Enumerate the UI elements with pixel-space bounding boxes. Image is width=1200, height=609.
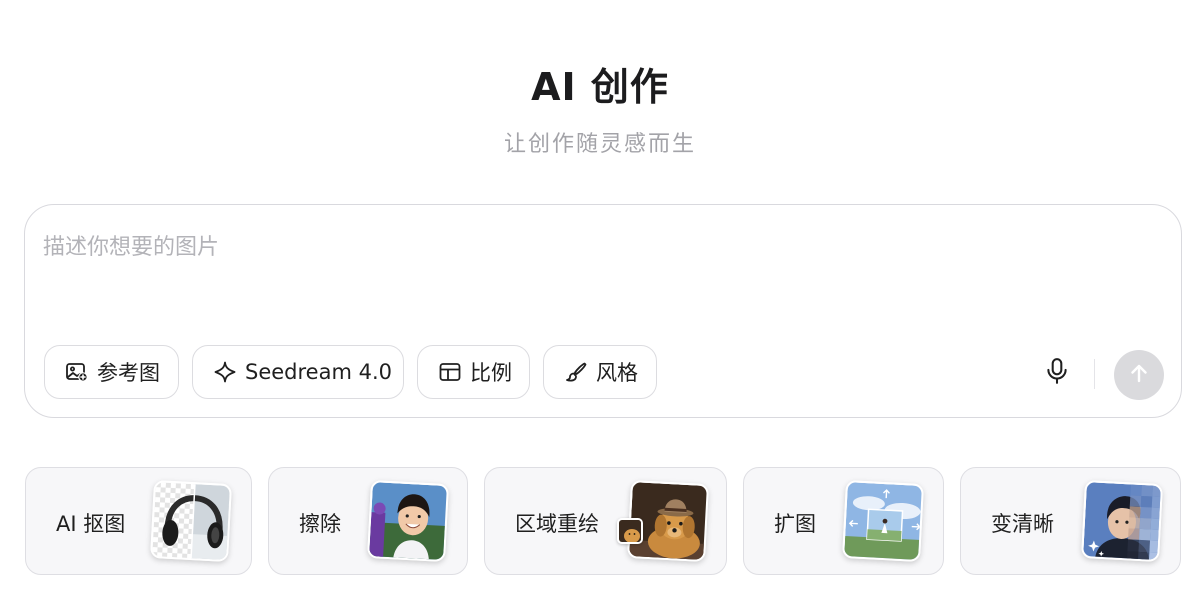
page-subtitle: 让创作随灵感而生	[503, 132, 696, 157]
microphone-icon	[1044, 357, 1070, 389]
model-select-label: Seedream 4.0	[245, 360, 392, 384]
headphones-thumbnail	[150, 480, 232, 562]
expand-thumbnail	[842, 480, 924, 562]
tool-erase[interactable]: 擦除	[268, 467, 468, 575]
brush-icon	[564, 360, 588, 384]
ai-creation-page: AI 创作 让创作随灵感而生 参考图	[0, 0, 1200, 609]
tool-label: 扩图	[774, 512, 816, 536]
image-add-icon	[65, 360, 89, 384]
arrow-up-icon	[1127, 361, 1151, 389]
prompt-box: 参考图 Seedream 4.0 比例	[24, 204, 1182, 418]
tool-label: AI 抠图	[56, 512, 126, 536]
dog-original-thumbnail	[617, 518, 643, 544]
tool-label: 区域重绘	[515, 512, 599, 536]
reference-image-button[interactable]: 参考图	[44, 345, 179, 399]
girl-thumbnail	[367, 480, 449, 562]
tool-inpaint[interactable]: 区域重绘	[484, 467, 727, 575]
aspect-ratio-label: 比例	[470, 361, 512, 385]
tool-label: 变清晰	[991, 512, 1054, 536]
portrait-thumbnail	[1081, 480, 1163, 562]
send-button[interactable]	[1114, 350, 1164, 400]
reference-image-label: 参考图	[97, 361, 160, 385]
aspect-ratio-button[interactable]: 比例	[417, 345, 530, 399]
page-title: AI 创作	[531, 65, 669, 109]
sparkle-icon	[213, 360, 237, 384]
tool-label: 擦除	[299, 512, 341, 536]
prompt-input[interactable]	[43, 227, 1143, 267]
toolbar-divider	[1094, 359, 1095, 389]
voice-input-button[interactable]	[1041, 357, 1073, 389]
style-label: 风格	[596, 361, 638, 385]
tool-cutout[interactable]: AI 抠图	[25, 467, 252, 575]
model-select-button[interactable]: Seedream 4.0	[192, 345, 404, 399]
tool-expand[interactable]: 扩图	[743, 467, 944, 575]
aspect-ratio-icon	[438, 360, 462, 384]
style-button[interactable]: 风格	[543, 345, 657, 399]
quick-tools: AI 抠图 擦除 区域重绘 扩图 变清晰	[0, 467, 1200, 575]
tool-enhance[interactable]: 变清晰	[960, 467, 1181, 575]
